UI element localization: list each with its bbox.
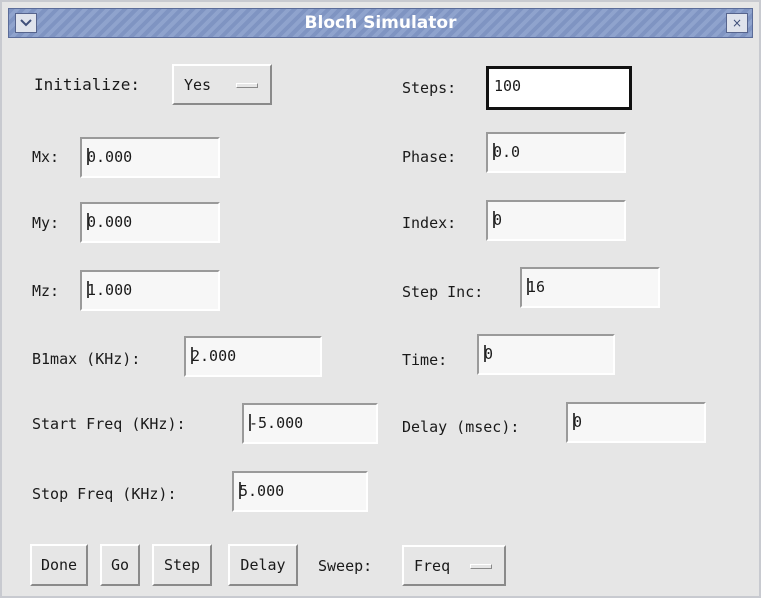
index-field[interactable]: 0 [486, 200, 626, 241]
start-freq-field[interactable]: -5.000 [242, 403, 378, 444]
time-value: 0 [484, 345, 494, 363]
sweep-value: Freq [414, 556, 451, 575]
mz-value: 1.000 [87, 281, 133, 299]
delay-msec-field[interactable]: 0 [566, 402, 706, 443]
steps-field[interactable]: 100 [486, 66, 632, 110]
done-button[interactable]: Done [30, 544, 88, 586]
phase-value: 0.0 [493, 143, 521, 161]
b1max-value: 2.000 [191, 347, 237, 365]
title-bar[interactable]: Bloch Simulator × [8, 8, 753, 38]
option-indicator-icon [470, 564, 492, 569]
step-inc-label: Step Inc: [402, 283, 484, 301]
delay-button[interactable]: Delay [228, 544, 298, 586]
mz-label: Mz: [32, 282, 60, 300]
option-indicator-icon [236, 83, 258, 88]
b1max-label: B1max (KHz): [32, 350, 141, 368]
close-icon[interactable]: × [726, 13, 748, 33]
step-inc-field[interactable]: 16 [520, 267, 660, 308]
initialize-option-menu[interactable]: Yes [172, 64, 272, 105]
stop-freq-field[interactable]: 5.000 [232, 471, 368, 512]
steps-label: Steps: [402, 79, 457, 97]
index-label: Index: [402, 214, 457, 232]
step-button[interactable]: Step [152, 544, 212, 586]
sweep-option-menu[interactable]: Freq [402, 545, 506, 586]
step-inc-value: 16 [527, 278, 546, 296]
delay-msec-value: 0 [573, 413, 583, 431]
initialize-value: Yes [184, 75, 212, 94]
go-button[interactable]: Go [100, 544, 140, 586]
mx-value: 0.000 [87, 148, 133, 166]
start-freq-value: -5.000 [249, 414, 304, 432]
sweep-label: Sweep: [318, 557, 373, 575]
mx-field[interactable]: 0.000 [80, 137, 220, 178]
index-value: 0 [493, 211, 503, 229]
bloch-simulator-window: Bloch Simulator × Initialize: Yes Mx: 0.… [0, 0, 761, 598]
start-freq-label: Start Freq (KHz): [32, 415, 186, 433]
phase-field[interactable]: 0.0 [486, 132, 626, 173]
stop-freq-label: Stop Freq (KHz): [32, 485, 177, 503]
mx-label: Mx: [32, 148, 60, 166]
window-title: Bloch Simulator [304, 13, 457, 33]
b1max-field[interactable]: 2.000 [184, 336, 322, 377]
my-value: 0.000 [87, 213, 133, 231]
my-label: My: [32, 214, 60, 232]
stop-freq-value: 5.000 [239, 482, 285, 500]
time-field[interactable]: 0 [477, 334, 615, 375]
phase-label: Phase: [402, 148, 457, 166]
my-field[interactable]: 0.000 [80, 202, 220, 243]
time-label: Time: [402, 351, 448, 369]
delay-msec-label: Delay (msec): [402, 418, 520, 436]
initialize-label: Initialize: [34, 75, 140, 94]
mz-field[interactable]: 1.000 [80, 270, 220, 311]
